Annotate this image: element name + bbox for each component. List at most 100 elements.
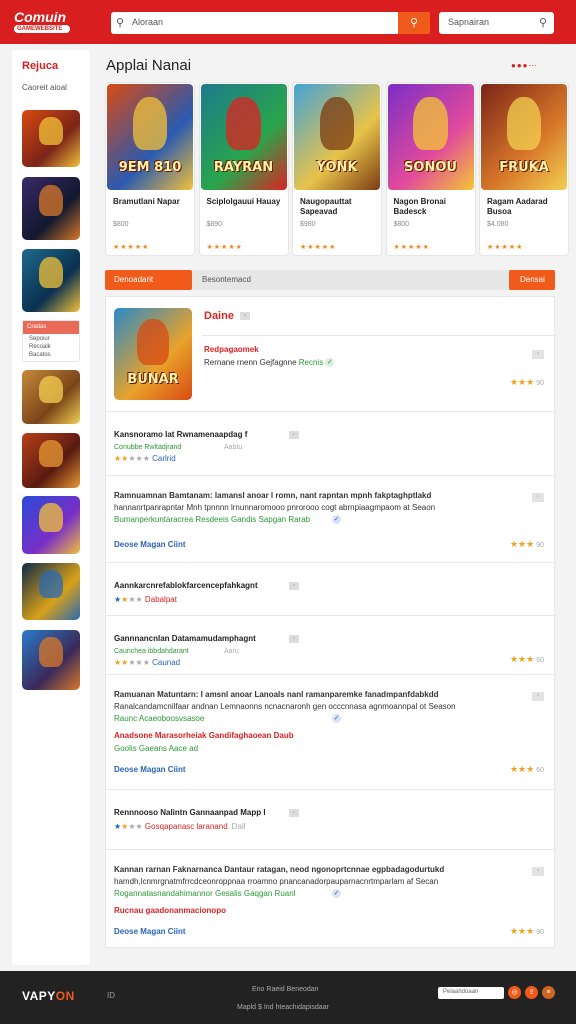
- sidebar-game-thumbnail[interactable]: [22, 630, 80, 690]
- character-figure: [39, 637, 63, 668]
- rating-value: 60: [536, 767, 544, 774]
- character-figure: [39, 569, 63, 599]
- art-title-text: 9EM 810: [118, 160, 182, 176]
- listing-rating-stars: ★★★★★ Carlrid: [114, 454, 176, 463]
- page-title: Applai Nanai: [106, 57, 192, 74]
- sidebar-game-thumbnail[interactable]: [22, 177, 80, 240]
- character-figure: [137, 319, 169, 366]
- secondary-search-input[interactable]: Sapnairan: [448, 17, 489, 27]
- listing-subtitle-2: Aabtu: [224, 444, 243, 451]
- listing-rating-stars: ★★★★★ Caunad: [114, 658, 181, 667]
- featured-game-card[interactable]: YONK Naugopauttat Sapeavad $980 ★★★★★: [292, 82, 382, 256]
- featured-game-card[interactable]: SONOU Nagon Bronai Badesck $800 ★★★★★: [385, 82, 476, 256]
- flag-icon[interactable]: ▫: [532, 493, 544, 502]
- game-cover-image[interactable]: SONOU: [387, 84, 474, 190]
- footer-line[interactable]: Eno Raeid Beneodan: [252, 986, 319, 993]
- divider: [106, 789, 556, 790]
- sidebar-game-thumbnail[interactable]: [22, 249, 80, 312]
- art-title-text: SONOU: [404, 160, 457, 176]
- character-figure: [132, 96, 168, 150]
- tab-bar: Denoadarit Besontemacd Densai: [105, 270, 555, 290]
- rating-stars: ★★★ 90: [509, 539, 544, 549]
- listing-rating-label[interactable]: Dabalpat: [145, 595, 177, 604]
- footer-logo-b: ON: [55, 989, 75, 1003]
- listing-rating-label[interactable]: Carlrid: [152, 454, 176, 463]
- menu-icon[interactable]: ≡: [542, 986, 555, 999]
- featured-game-card[interactable]: 9EM 810 Bramutlani Napar $800 ★★★★★: [105, 82, 195, 256]
- game-rating-stars: ★★★★★: [393, 244, 430, 251]
- flag-icon[interactable]: ▫: [532, 692, 544, 701]
- listing-title[interactable]: Kansnoramo lat Rwnamenaapdag f: [114, 430, 247, 440]
- detail-description-text: Rernane rnenn Gejfagnne: [204, 358, 297, 367]
- search-icon: ⚲: [538, 17, 547, 29]
- listing-rating-label[interactable]: Gosqapanasc laranand: [145, 822, 228, 831]
- tab-active[interactable]: Denoadarit: [105, 270, 192, 290]
- footer: VAPYON ID Eno Raeid Beneodan Mapld $ Ind…: [0, 971, 576, 1024]
- rating-value: 90: [536, 380, 544, 387]
- footer-logo[interactable]: VAPYON: [22, 989, 75, 1003]
- detail-category: Redpagaomek: [204, 345, 259, 354]
- listing-rating-stars: ★★★★ Dabalpat: [114, 595, 177, 604]
- rating-value: 90: [536, 542, 544, 549]
- game-title[interactable]: Naugopauttat Sapeavad: [300, 197, 380, 217]
- carousel-dots[interactable]: ●●●⋯: [511, 61, 538, 70]
- featured-game-card[interactable]: RAYRAN Sciplolgauui Hauay $890 ★★★★★: [198, 82, 289, 256]
- site-logo[interactable]: Comuin GAMEWEBSITE: [14, 9, 82, 35]
- search-button[interactable]: ⚲: [398, 12, 430, 34]
- character-figure: [413, 96, 448, 150]
- detail-art[interactable]: BUNAR: [114, 308, 192, 400]
- check-icon: ✓: [325, 358, 335, 368]
- listing-link[interactable]: Deose Magan Ciint: [114, 540, 186, 550]
- listing-text-line: Rogannatasnandahimannor Gesalis Gaqgan R…: [114, 889, 296, 898]
- search-input[interactable]: Aloraan: [132, 17, 163, 27]
- listing-title[interactable]: Rennnooso Nalintn Gannaanpad Mapp l: [114, 808, 266, 818]
- art-title-text: YONK: [316, 160, 358, 176]
- game-title[interactable]: Ragam Aadarad Busoa: [487, 197, 567, 217]
- game-rating-stars: ★★★★★: [487, 244, 524, 251]
- footer-line[interactable]: Mapld $ Ind hteachidapisdaar: [237, 1004, 329, 1011]
- game-cover-image[interactable]: FRUKA: [481, 84, 567, 190]
- game-cover-image[interactable]: 9EM 810: [107, 84, 193, 190]
- secondary-search[interactable]: Sapnairan ⚲: [439, 12, 554, 34]
- game-cover-image[interactable]: YONK: [294, 84, 380, 190]
- game-title[interactable]: Nagon Bronai Badesck: [394, 197, 474, 217]
- sidebar-card[interactable]: Cradas Sepoiur Recoalk Bacatos: [22, 320, 80, 362]
- sidebar-game-thumbnail[interactable]: [22, 563, 80, 620]
- sidebar-game-thumbnail[interactable]: [22, 370, 80, 424]
- character-figure: [319, 96, 355, 150]
- rating-value: 90: [536, 929, 544, 936]
- top-bar: Comuin GAMEWEBSITE ⚲ Aloraan ⚲ Sapnairan…: [0, 0, 576, 44]
- listing-link[interactable]: Deose Magan Ciint: [114, 765, 186, 775]
- sidebar-card-title: Cradas: [23, 321, 79, 334]
- share-icon[interactable]: ⇪: [525, 986, 538, 999]
- listing-subtitle-2: Dall: [231, 822, 246, 831]
- footer-id: ID: [107, 991, 115, 1000]
- flag-icon[interactable]: ▫: [532, 350, 544, 359]
- listing-title[interactable]: Aannkarcnrefablokfarcencepfahkagnt: [114, 581, 258, 591]
- game-title[interactable]: Sciplolgauui Hauay: [207, 197, 287, 207]
- footer-search-input[interactable]: Pelaahdoaan: [438, 987, 504, 999]
- flag-icon[interactable]: ▫: [532, 867, 544, 876]
- sidebar-game-thumbnail[interactable]: [22, 496, 80, 554]
- tab-middle[interactable]: Besontemacd: [202, 275, 251, 284]
- listing-link[interactable]: Deose Magan Ciint: [114, 927, 186, 937]
- sidebar-game-thumbnail[interactable]: [22, 433, 80, 488]
- rating-value: 60: [536, 657, 544, 664]
- tab-right[interactable]: Densai: [509, 270, 555, 290]
- listing-text-line: Ramnuamnan Bamtanam: lamansl anoar l rom…: [114, 491, 432, 500]
- character-figure: [39, 376, 63, 404]
- globe-icon[interactable]: ◎: [508, 986, 521, 999]
- divider: [106, 411, 556, 412]
- game-title[interactable]: Bramutlani Napar: [113, 197, 193, 207]
- listing-panel: BUNAR Daine ▫ Redpagaomek Rernane rnenn …: [105, 296, 556, 948]
- search-bar[interactable]: ⚲ Aloraan ⚲: [111, 12, 430, 34]
- verified-icon: ✓: [332, 515, 341, 524]
- listing-text-line: hannanrtpanrapntar Mnh tpnnnn lrnunnarom…: [114, 503, 436, 512]
- featured-game-card[interactable]: FRUKA Ragam Aadarad Busoa $4.080 ★★★★★: [479, 82, 569, 256]
- game-cover-image[interactable]: RAYRAN: [200, 84, 287, 190]
- tag-icon: ▫: [289, 582, 299, 590]
- game-price: $800: [393, 221, 410, 228]
- listing-rating-label[interactable]: Caunad: [152, 658, 180, 667]
- sidebar-game-thumbnail[interactable]: [22, 110, 80, 167]
- listing-title[interactable]: Gannnancnlan Datamamudamphagnt: [114, 634, 256, 644]
